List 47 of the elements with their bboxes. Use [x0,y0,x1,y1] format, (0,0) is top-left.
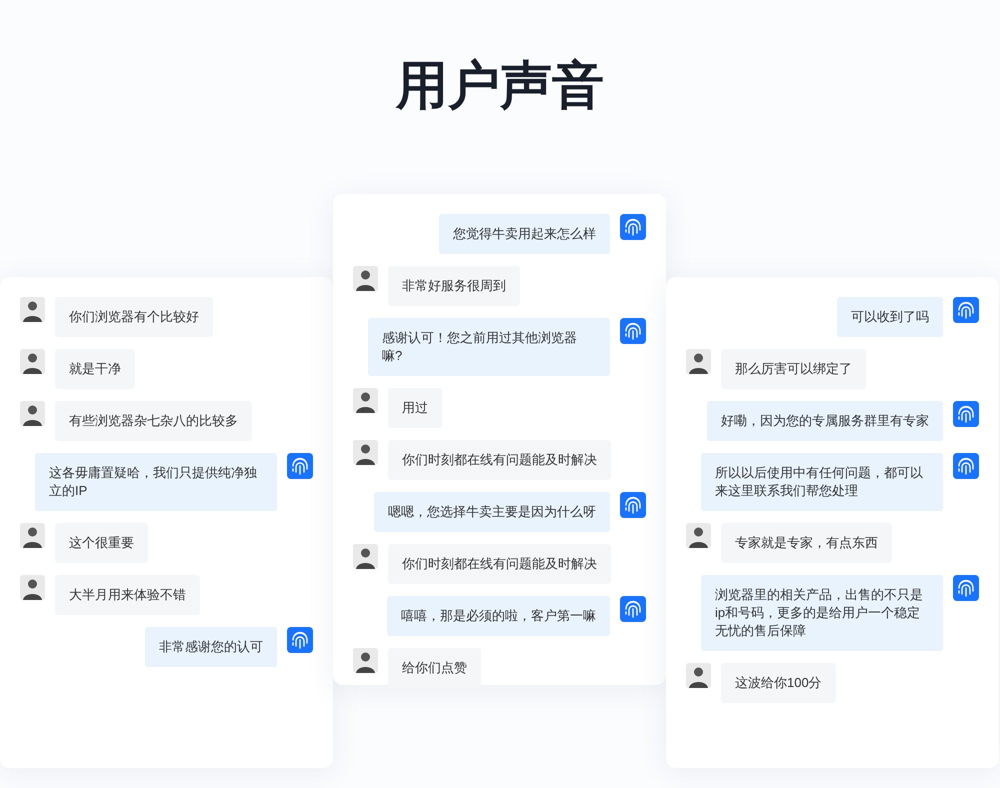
message-bubble: 嘻嘻，那是必须的啦，客户第一嘛 [387,596,610,636]
fingerprint-icon [287,627,313,653]
message-bubble: 大半月用来体验不错 [55,575,200,615]
message-bubble: 给你们点赞 [388,648,481,688]
fingerprint-icon [953,297,979,323]
message-bubble: 有些浏览器杂七杂八的比较多 [55,401,252,441]
fingerprint-icon [620,596,646,622]
message-bubble: 您觉得牛卖用起来怎么样 [439,214,610,254]
fingerprint-icon [953,401,979,427]
avatar-icon [353,544,378,569]
message-bubble: 可以收到了吗 [837,297,943,337]
message-bubble: 好嘞，因为您的专属服务群里有专家 [707,401,943,441]
message-bubble: 用过 [388,388,442,428]
fingerprint-icon [620,318,646,344]
avatar-icon [686,663,711,688]
fingerprint-icon [287,453,313,479]
avatar-icon [20,297,45,322]
message-bubble: 你们时刻都在线有问题能及时解决 [388,440,611,480]
fingerprint-icon [620,492,646,518]
message-bubble: 这个很重要 [55,523,148,563]
message-bubble: 嗯嗯，您选择牛卖主要是因为什么呀 [374,492,610,532]
message-bubble: 你们时刻都在线有问题能及时解决 [388,544,611,584]
fingerprint-icon [953,453,979,479]
page-title: 用户声音 [396,56,604,116]
message-bubble: 这波给你100分 [721,663,836,703]
avatar-icon [353,266,378,291]
avatar-icon [353,440,378,465]
message-bubble: 那么厉害可以绑定了 [721,349,866,389]
avatar-icon [686,523,711,548]
avatar-icon [686,349,711,374]
message-bubble: 非常感谢您的认可 [145,627,277,667]
avatar-icon [20,401,45,426]
avatar-icon [353,388,378,413]
message-bubble: 非常好服务很周到 [388,266,520,306]
message-bubble: 感谢认可！您之前用过其他浏览器嘛? [368,318,610,376]
message-bubble: 浏览器里的相关产品，出售的不只是ip和号码，更多的是给用户一个稳定无忧的售后保障 [701,575,943,651]
message-bubble: 就是干净 [55,349,135,389]
avatar-icon [20,523,45,548]
avatar-icon [353,648,378,673]
avatar-icon [20,349,45,374]
message-bubble: 专家就是专家，有点东西 [721,523,892,563]
message-bubble: 这各毋庸置疑哈，我们只提供纯净独立的IP [35,453,277,511]
fingerprint-icon [620,214,646,240]
fingerprint-icon [953,575,979,601]
message-bubble: 你们浏览器有个比较好 [55,297,213,337]
avatar-icon [20,575,45,600]
message-bubble: 所以以后使用中有任何问题，都可以来这里联系我们帮您处理 [701,453,943,511]
